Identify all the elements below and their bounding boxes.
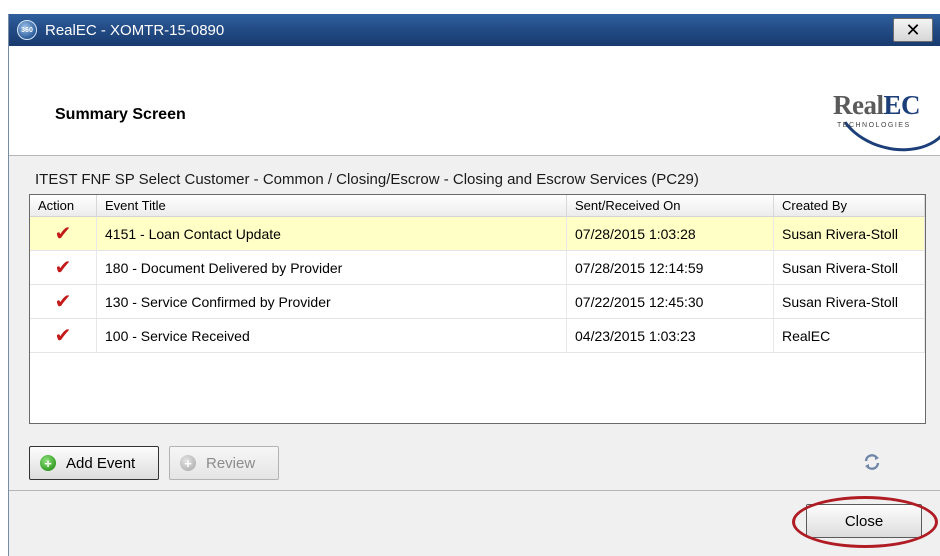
review-button[interactable]: + Review	[169, 446, 279, 480]
check-icon: ✔	[54, 223, 72, 245]
plus-icon: +	[180, 455, 196, 471]
column-header-action[interactable]: Action	[30, 195, 97, 216]
review-label: Review	[206, 454, 256, 472]
table-row[interactable]: ✔ 130 - Service Confirmed by Provider 07…	[30, 285, 925, 319]
date-cell: 07/28/2015 1:03:28	[567, 217, 774, 250]
window-close-button[interactable]: ✕	[893, 18, 933, 42]
created-by-cell: RealEC	[774, 319, 925, 352]
footer-divider	[9, 490, 940, 491]
date-cell: 07/22/2015 12:45:30	[567, 285, 774, 318]
screen-title: Summary Screen	[55, 106, 186, 123]
check-icon: ✔	[54, 257, 72, 279]
table-row[interactable]: ✔ 4151 - Loan Contact Update 07/28/2015 …	[30, 217, 925, 251]
events-grid[interactable]: Action Event Title Sent/Received On Crea…	[29, 194, 926, 424]
window-title: RealEC - XOMTR-15-0890	[45, 21, 225, 39]
header-panel: Summary Screen RealEC TECHNOLOGIES	[9, 46, 940, 164]
date-cell: 04/23/2015 1:03:23	[567, 319, 774, 352]
table-row[interactable]: ✔ 100 - Service Received 04/23/2015 1:03…	[30, 319, 925, 353]
event-title-cell: 4151 - Loan Contact Update	[97, 217, 567, 250]
summary-window: 360 RealEC - XOMTR-15-0890 ✕ Summary Scr…	[8, 14, 940, 556]
add-event-button[interactable]: + Add Event	[29, 446, 159, 480]
created-by-cell: Susan Rivera-Stoll	[774, 217, 925, 250]
check-icon: ✔	[54, 325, 72, 347]
event-title-cell: 100 - Service Received	[97, 319, 567, 352]
date-cell: 07/28/2015 12:14:59	[567, 251, 774, 284]
customer-line: ITEST FNF SP Select Customer - Common / …	[35, 171, 699, 188]
column-header-sent-received[interactable]: Sent/Received On	[567, 195, 774, 216]
table-row[interactable]: ✔ 180 - Document Delivered by Provider 0…	[30, 251, 925, 285]
close-button[interactable]: Close	[806, 504, 922, 538]
refresh-icon[interactable]	[862, 450, 882, 474]
event-title-cell: 130 - Service Confirmed by Provider	[97, 285, 567, 318]
title-bar: 360 RealEC - XOMTR-15-0890 ✕	[9, 14, 940, 46]
created-by-cell: Susan Rivera-Stoll	[774, 251, 925, 284]
grid-header: Action Event Title Sent/Received On Crea…	[30, 195, 925, 217]
created-by-cell: Susan Rivera-Stoll	[774, 285, 925, 318]
check-icon: ✔	[54, 291, 72, 313]
realec-logo: RealEC TECHNOLOGIES	[823, 50, 940, 164]
add-event-label: Add Event	[66, 454, 136, 472]
plus-icon: +	[40, 455, 56, 471]
event-title-cell: 180 - Document Delivered by Provider	[97, 251, 567, 284]
column-header-event-title[interactable]: Event Title	[97, 195, 567, 216]
app-360-icon: 360	[17, 20, 37, 40]
column-header-created-by[interactable]: Created By	[774, 195, 925, 216]
